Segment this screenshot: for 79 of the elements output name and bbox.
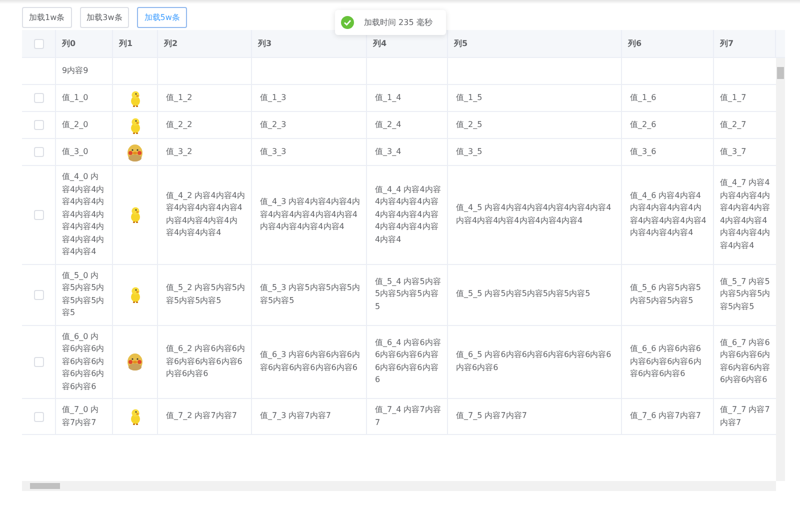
vertical-scrollbar[interactable] bbox=[776, 58, 785, 481]
toast-text: 加载时间 235 毫秒 bbox=[364, 17, 432, 28]
chick-icon bbox=[130, 286, 140, 303]
table-cell-text: 值_1_6 bbox=[630, 92, 656, 104]
table-cell-text: 值_6_7 内容6内容6内容6内容6内容6内容6内容6内容6 bbox=[720, 336, 772, 386]
checkbox[interactable] bbox=[34, 356, 44, 367]
table-cell-text: 值_4_5 内容4内容4内容4内容4内容4内容4内容4内容4内容4内容4内容4内容4 bbox=[456, 202, 612, 227]
column-header: 列7 bbox=[720, 38, 734, 49]
table-cell-text: 值_3_3 bbox=[260, 146, 286, 158]
table-cell-text: 值_1_0 bbox=[62, 92, 88, 104]
checkbox[interactable] bbox=[34, 290, 44, 300]
column-header: 列1 bbox=[119, 38, 133, 49]
table-cell-text: 值_5_5 内容5内容5内容5内容5内容5 bbox=[456, 288, 590, 300]
table-cell-text: 值_7_0 内容7内容7 bbox=[62, 404, 100, 428]
column-header: 列0 bbox=[62, 38, 76, 49]
table-cell-text: 值_1_4 bbox=[375, 92, 402, 104]
checkbox[interactable] bbox=[34, 120, 44, 130]
table-cell-text: 值_5_7 内容5内容5内容5内容5内容5 bbox=[720, 276, 772, 313]
horizontal-scrollbar[interactable] bbox=[22, 481, 776, 491]
chick-icon bbox=[130, 206, 140, 224]
table-cell-text: 值_3_5 bbox=[456, 146, 482, 158]
table-cell-text: 值_5_6 内容5内容5内容5内容5内容5 bbox=[630, 282, 702, 306]
table-cell-text: 值_4_2 内容4内容4内容4内容4内容4内容4内容4内容4内容4内容4内容4内容4 bbox=[166, 190, 245, 240]
table-cell-text: 值_5_3 内容5内容5内容5内容5内容5 bbox=[260, 282, 360, 306]
column-header: 列5 bbox=[454, 38, 468, 49]
table-cell-text: 9内容9 bbox=[62, 64, 88, 77]
table-cell-text: 值_4_7 内容4内容4内容4内容4内容4内容4内容4内容4内容4内容4内容4内容4 bbox=[720, 177, 772, 252]
column-header: 列4 bbox=[373, 38, 387, 49]
table-cell-text: 值_2_5 bbox=[456, 118, 482, 131]
table-cell-text: 值_2_3 bbox=[260, 118, 286, 131]
table-cell-text: 值_4_4 内容4内容4内容4内容4内容4内容4内容4内容4内容4内容4内容4内容4 bbox=[375, 184, 441, 246]
column-header: 列3 bbox=[258, 38, 272, 49]
table-cell-text: 值_3_7 bbox=[720, 146, 746, 158]
table-cell-text: 值_6_4 内容6内容6内容6内容6内容6内容6内容6内容6 bbox=[375, 336, 441, 386]
table-cell-text: 值_4_6 内容4内容4内容4内容4内容4内容4内容4内容4内容4内容4内容4内容4 bbox=[630, 190, 707, 240]
table-cell-text: 值_7_6 内容7内容7 bbox=[630, 410, 701, 422]
table-cell-text: 值_1_7 bbox=[720, 92, 746, 104]
checkbox[interactable] bbox=[34, 210, 44, 220]
checkbox[interactable] bbox=[34, 147, 44, 157]
table-cell-text: 值_3_6 bbox=[630, 146, 656, 158]
table-cell-text: 值_5_0 内容5内容5内容5内容5内容5 bbox=[62, 270, 106, 319]
table-cell-text: 值_3_2 bbox=[166, 146, 192, 158]
table-cell-text: 值_3_4 bbox=[375, 146, 402, 158]
table-cell-text: 值_1_5 bbox=[456, 92, 482, 104]
table-cell-text: 值_5_4 内容5内容5内容5内容5内容5 bbox=[375, 276, 441, 313]
table-cell-text: 值_6_5 内容6内容6内容6内容6内容6内容6内容6内容6 bbox=[456, 349, 612, 374]
table-cell-text: 值_7_7 内容7内容7 bbox=[720, 404, 771, 428]
chick-icon bbox=[130, 90, 140, 106]
chick-icon bbox=[130, 116, 140, 134]
table-cell-text: 值_7_3 内容7内容7 bbox=[260, 410, 331, 422]
table-cell-text: 值_7_4 内容7内容7 bbox=[375, 404, 441, 428]
checkbox[interactable] bbox=[34, 93, 44, 103]
table-cell-text: 值_6_6 内容6内容6内容6内容6内容6内容6内容6内容6 bbox=[630, 343, 702, 380]
checkbox[interactable] bbox=[34, 412, 44, 422]
column-header: 列6 bbox=[628, 38, 642, 49]
load-button[interactable]: 加载3w条 bbox=[80, 7, 130, 28]
table-cell-text: 值_2_6 bbox=[630, 118, 656, 131]
table-cell-text: 值_3_0 bbox=[62, 146, 88, 158]
table-cell-text: 值_1_2 bbox=[166, 92, 192, 104]
table-cell-text: 值_2_4 bbox=[375, 118, 402, 131]
table-cell-text: 值_6_0 内容6内容6内容6内容6内容6内容6内容6内容6 bbox=[62, 330, 106, 392]
table-cell-text: 值_6_3 内容6内容6内容6内容6内容6内容6内容6内容6 bbox=[260, 349, 360, 374]
table-cell-text: 值_2_7 bbox=[720, 118, 746, 131]
table-cell-text: 值_4_3 内容4内容4内容4内容4内容4内容4内容4内容4内容4内容4内容4内容4 bbox=[260, 196, 360, 233]
column-header: 列2 bbox=[164, 38, 178, 49]
table-cell-text: 值_7_5 内容7内容7 bbox=[456, 410, 527, 422]
table-cell-text: 值_4_0 内容4内容4内容4内容4内容4内容4内容4内容4内容4内容4内容4内容4 bbox=[62, 171, 106, 258]
table-cell-text: 值_1_3 bbox=[260, 92, 286, 104]
table-cell-text: 值_2_2 bbox=[166, 118, 192, 131]
success-icon bbox=[341, 16, 354, 29]
duck-icon bbox=[127, 352, 143, 372]
duck-icon bbox=[127, 142, 143, 162]
checkbox[interactable] bbox=[34, 38, 44, 48]
table-cell-text: 值_6_2 内容6内容6内容6内容6内容6内容6内容6内容6 bbox=[166, 343, 245, 380]
load-button[interactable]: 加载1w条 bbox=[22, 7, 72, 28]
chick-icon bbox=[130, 408, 140, 425]
table-cell-text: 值_5_2 内容5内容5内容5内容5内容5 bbox=[166, 282, 245, 306]
table-cell-text: 值_2_0 bbox=[62, 118, 88, 131]
table-cell-text: 值_7_2 内容7内容7 bbox=[166, 410, 237, 422]
